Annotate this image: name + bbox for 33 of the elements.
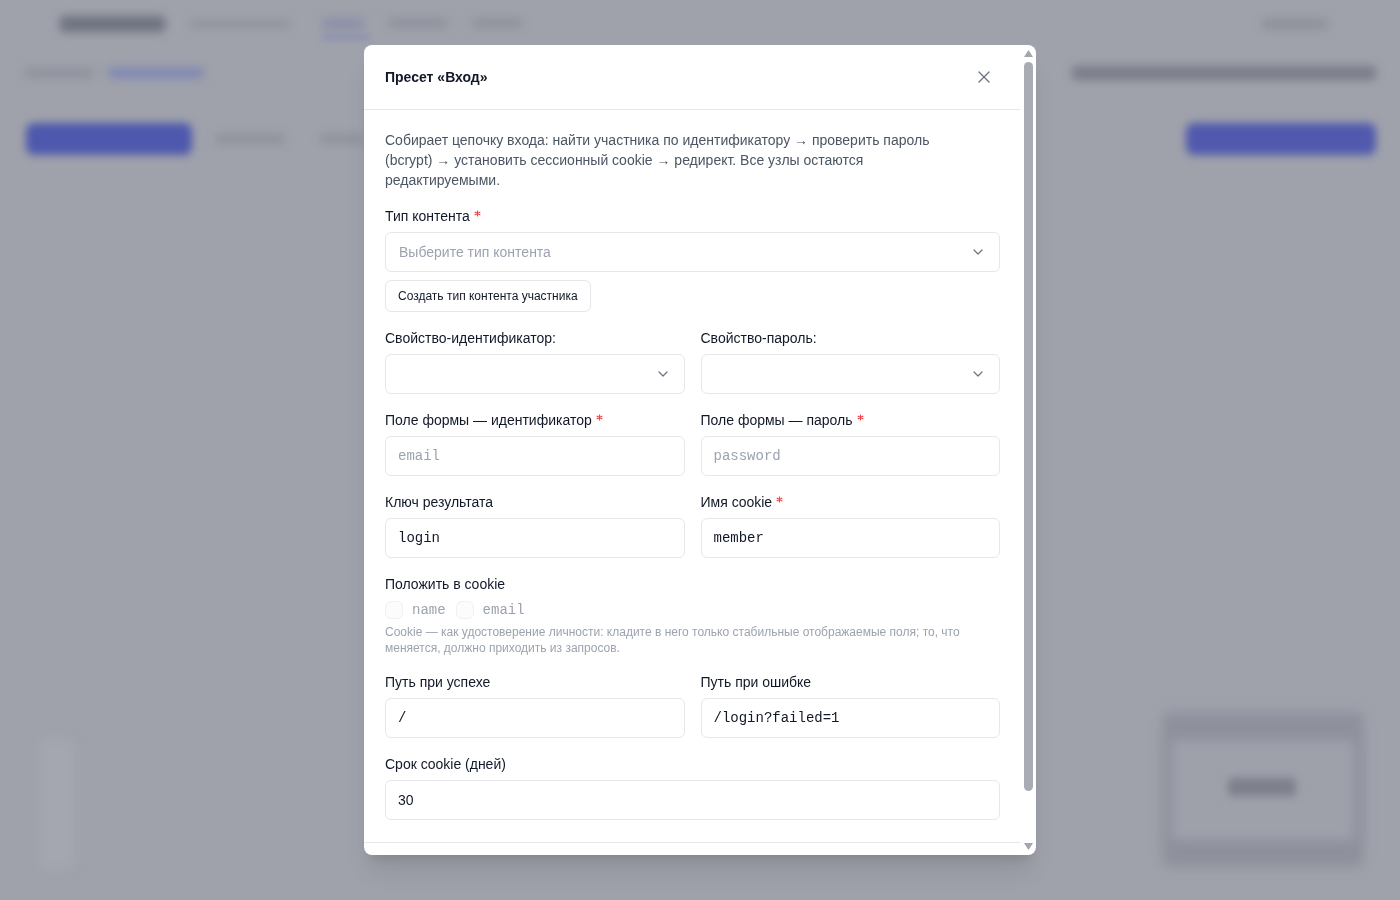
field-label: Свойство-пароль:	[700, 329, 817, 348]
field-label: Тип контента	[385, 207, 470, 226]
field-label: Поле формы — идентификатор	[385, 411, 592, 430]
input-field[interactable]: login	[385, 518, 685, 558]
checkbox-label: email	[482, 600, 525, 620]
field-label: Свойство-идентификатор:	[385, 329, 556, 348]
field-label: Имя cookie	[700, 493, 773, 512]
field-label: Ключ результата	[385, 493, 494, 512]
field-label: Путь при ошибке	[700, 673, 812, 692]
dialog-description: Собирает цепочку входа: найти участника по идентификатору → проверить пароль (bcrypt) → установить сессионный cookie → редирект. Все узлы остаются редактируемыми.	[385, 131, 931, 190]
field-label: Поле формы — пароль	[700, 411, 853, 430]
input-field[interactable]: /login?failed=1	[700, 698, 1000, 738]
input-field[interactable]: email	[385, 436, 685, 476]
field-label: Срок cookie (дней)	[385, 755, 506, 774]
select-field[interactable]	[385, 354, 685, 394]
select-field[interactable]	[700, 354, 1000, 394]
input-field[interactable]: member	[700, 518, 1000, 558]
scrollbar-thumb[interactable]	[1023, 62, 1033, 791]
checkbox-label: name	[412, 600, 446, 620]
field-label: Путь при успехе	[385, 673, 491, 692]
input-field[interactable]: password	[700, 436, 1000, 476]
input-field[interactable]: 30	[385, 780, 1000, 820]
dialog-title: Пресет «Вход»	[385, 67, 488, 87]
help-text: Cookie — как удостоверение личности: кладите в него только стабильные отображаемые поля; то, что меняется, должно приходить из запросов.	[385, 624, 961, 656]
chevron-down-icon	[973, 371, 983, 377]
field-label: Положить в cookie	[385, 575, 506, 594]
scroll-down-icon[interactable]	[1023, 843, 1033, 850]
close-icon	[978, 71, 990, 83]
create-content-type-button[interactable]: Создать тип контента участника	[385, 280, 591, 312]
input-field[interactable]: /	[385, 698, 685, 738]
chevron-down-icon	[657, 371, 668, 377]
chevron-down-icon	[973, 249, 983, 255]
scroll-up-icon[interactable]	[1023, 50, 1033, 57]
